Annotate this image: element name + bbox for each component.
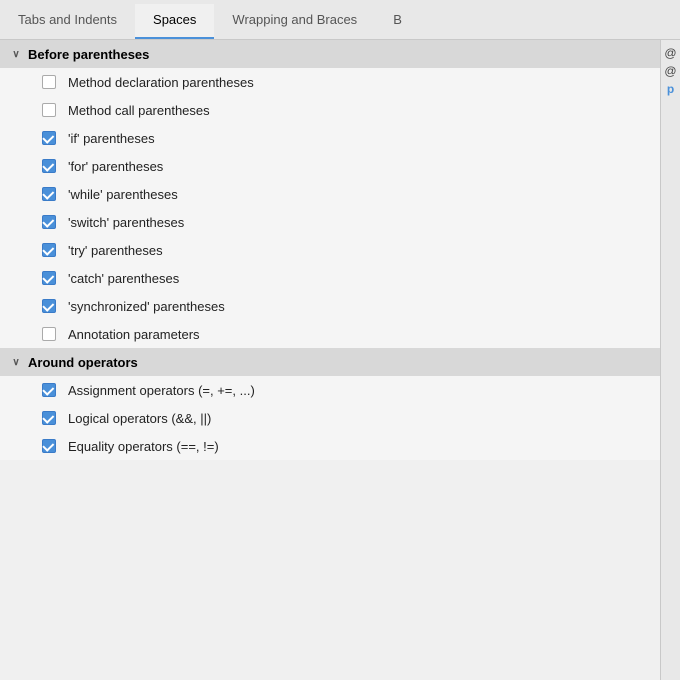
checkbox-box[interactable] (42, 215, 56, 229)
checkbox-label: 'synchronized' parentheses (68, 299, 225, 314)
checkbox-wrap (40, 101, 58, 119)
chevron-icon: ∨ (8, 46, 24, 62)
chevron-icon: ∨ (8, 354, 24, 370)
checkbox-item-switch-paren[interactable]: 'switch' parentheses (0, 208, 660, 236)
checkbox-box[interactable] (42, 299, 56, 313)
checkbox-wrap (40, 241, 58, 259)
checkbox-label: 'for' parentheses (68, 159, 163, 174)
checkbox-wrap (40, 157, 58, 175)
checkbox-wrap (40, 409, 58, 427)
checkbox-item-if-paren[interactable]: 'if' parentheses (0, 124, 660, 152)
checkbox-item-logical-ops[interactable]: Logical operators (&&, ||) (0, 404, 660, 432)
checkbox-box[interactable] (42, 243, 56, 257)
checkbox-label: 'switch' parentheses (68, 215, 184, 230)
checkbox-box[interactable] (42, 271, 56, 285)
checkbox-wrap (40, 297, 58, 315)
section-items-before-parentheses: Method declaration parentheses Method cal… (0, 68, 660, 348)
section-header-before-parentheses[interactable]: ∨ Before parentheses (0, 40, 660, 68)
section-items-around-operators: Assignment operators (=, +=, ...) Logical… (0, 376, 660, 460)
section-label: Before parentheses (28, 47, 149, 62)
tab-b[interactable]: B (375, 4, 420, 39)
checkbox-label: 'while' parentheses (68, 187, 178, 202)
checkbox-box[interactable] (42, 411, 56, 425)
right-panel-char-1: @ (664, 64, 676, 78)
content-area: ∨ Before parentheses Method declaration pa… (0, 40, 680, 680)
tab-wrapping-braces[interactable]: Wrapping and Braces (214, 4, 375, 39)
checkbox-label: 'try' parentheses (68, 243, 163, 258)
checkbox-label: Method declaration parentheses (68, 75, 254, 90)
checkbox-box[interactable] (42, 131, 56, 145)
checkbox-wrap (40, 437, 58, 455)
checkbox-box[interactable] (42, 383, 56, 397)
checkbox-box[interactable] (42, 327, 56, 341)
right-panel-char-0: @ (664, 46, 676, 60)
section-label: Around operators (28, 355, 138, 370)
checkbox-label: 'catch' parentheses (68, 271, 179, 286)
checkbox-item-try-paren[interactable]: 'try' parentheses (0, 236, 660, 264)
checkbox-box[interactable] (42, 75, 56, 89)
tab-tabs-indents[interactable]: Tabs and Indents (0, 4, 135, 39)
main-panel: ∨ Before parentheses Method declaration pa… (0, 40, 660, 680)
checkbox-item-method-decl[interactable]: Method declaration parentheses (0, 68, 660, 96)
checkbox-wrap (40, 129, 58, 147)
checkbox-box[interactable] (42, 103, 56, 117)
checkbox-item-equality-ops[interactable]: Equality operators (==, !=) (0, 432, 660, 460)
checkbox-label: Method call parentheses (68, 103, 210, 118)
right-panel-char-2: p (667, 82, 674, 96)
checkbox-box[interactable] (42, 187, 56, 201)
checkbox-label: Assignment operators (=, +=, ...) (68, 383, 255, 398)
checkbox-box[interactable] (42, 439, 56, 453)
checkbox-item-synchronized-paren[interactable]: 'synchronized' parentheses (0, 292, 660, 320)
checkbox-wrap (40, 269, 58, 287)
checkbox-item-for-paren[interactable]: 'for' parentheses (0, 152, 660, 180)
checkbox-item-annotation-params[interactable]: Annotation parameters (0, 320, 660, 348)
checkbox-wrap (40, 73, 58, 91)
checkbox-wrap (40, 381, 58, 399)
right-panel: @ @ p (660, 40, 680, 680)
checkbox-label: Annotation parameters (68, 327, 200, 342)
section-header-around-operators[interactable]: ∨ Around operators (0, 348, 660, 376)
checkbox-item-method-call[interactable]: Method call parentheses (0, 96, 660, 124)
checkbox-item-while-paren[interactable]: 'while' parentheses (0, 180, 660, 208)
checkbox-item-catch-paren[interactable]: 'catch' parentheses (0, 264, 660, 292)
checkbox-wrap (40, 185, 58, 203)
checkbox-label: Equality operators (==, !=) (68, 439, 219, 454)
checkbox-wrap (40, 325, 58, 343)
checkbox-label: 'if' parentheses (68, 131, 155, 146)
checkbox-box[interactable] (42, 159, 56, 173)
checkbox-item-assignment-ops[interactable]: Assignment operators (=, +=, ...) (0, 376, 660, 404)
tabs-bar: Tabs and IndentsSpacesWrapping and Brace… (0, 0, 680, 40)
tab-spaces[interactable]: Spaces (135, 4, 214, 39)
checkbox-wrap (40, 213, 58, 231)
checkbox-label: Logical operators (&&, ||) (68, 411, 211, 426)
